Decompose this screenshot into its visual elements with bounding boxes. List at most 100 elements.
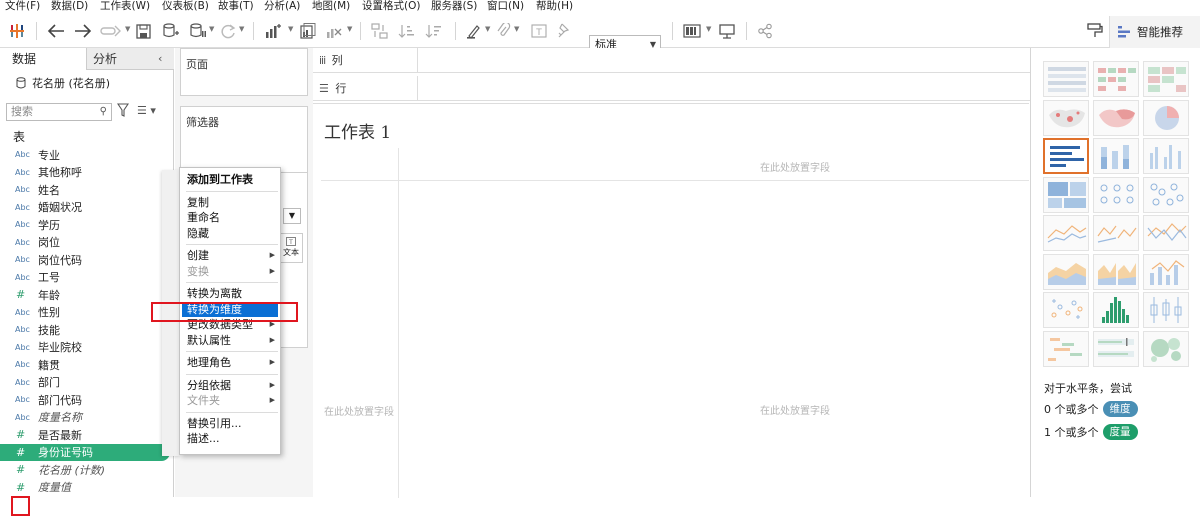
- menu-item[interactable]: 服务器(S): [431, 0, 477, 13]
- chart-type-heat-map[interactable]: [1093, 61, 1139, 97]
- tableau-logo-icon[interactable]: [9, 20, 25, 42]
- redo-icon[interactable]: [100, 20, 122, 42]
- pages-shelf[interactable]: 页面: [180, 48, 308, 96]
- context-menu-item[interactable]: 文件夹 ▶: [187, 393, 279, 408]
- chart-type-highlight-table[interactable]: [1143, 61, 1189, 97]
- menu-item[interactable]: 设置格式(O): [362, 0, 420, 13]
- chart-type-text-table[interactable]: [1043, 61, 1089, 97]
- field-item[interactable]: Abc 专业: [0, 146, 174, 164]
- field-item[interactable]: Abc 部门代码: [0, 391, 174, 409]
- chart-type-filled-map[interactable]: [1093, 99, 1139, 136]
- context-menu-item[interactable]: 隐藏: [187, 226, 279, 241]
- menu-item[interactable]: 帮助(H): [536, 0, 573, 13]
- chart-type-side-by-side-bars[interactable]: [1143, 138, 1189, 174]
- field-item[interactable]: Abc 技能: [0, 321, 174, 339]
- context-menu-item[interactable]: 默认属性 ▶: [187, 333, 279, 348]
- chart-type-histogram[interactable]: [1093, 292, 1139, 328]
- chart-type-treemap[interactable]: [1043, 176, 1089, 213]
- menu-item[interactable]: 窗口(N): [487, 0, 524, 13]
- field-item[interactable]: # 度量值: [0, 479, 174, 497]
- collapse-pane-icon[interactable]: ‹: [158, 52, 162, 65]
- menu-item[interactable]: 工作表(W): [100, 0, 150, 13]
- new-worksheet-icon[interactable]: [264, 20, 282, 42]
- field-item[interactable]: Abc 部门: [0, 374, 174, 392]
- context-menu-item[interactable]: 描述...: [187, 431, 279, 446]
- chart-type-lines-discrete[interactable]: [1093, 215, 1139, 251]
- mark-type-dropdown[interactable]: ▼: [283, 208, 301, 224]
- refresh-icon[interactable]: [220, 20, 236, 42]
- field-item[interactable]: # 年龄: [0, 286, 174, 304]
- duplicate-sheet-icon[interactable]: [300, 20, 317, 42]
- field-item[interactable]: Abc 学历: [0, 216, 174, 234]
- field-item[interactable]: # 是否最新: [0, 426, 174, 444]
- field-item[interactable]: Abc 毕业院校: [0, 339, 174, 357]
- field-search-input[interactable]: 搜索 ⚲: [6, 103, 112, 121]
- chart-type-symbol-map[interactable]: [1043, 99, 1089, 136]
- chart-type-area-discrete[interactable]: [1093, 253, 1139, 290]
- field-item[interactable]: Abc 岗位代码: [0, 251, 174, 269]
- context-menu-item[interactable]: 变换 ▶: [187, 264, 279, 279]
- chart-type-stacked-bars[interactable]: [1093, 138, 1139, 174]
- context-menu-item[interactable]: 替换引用...: [187, 416, 279, 431]
- swap-icon[interactable]: [371, 20, 388, 42]
- menu-item[interactable]: 仪表板(B): [162, 0, 209, 13]
- share-icon[interactable]: [757, 20, 773, 42]
- field-item[interactable]: Abc 工号: [0, 269, 174, 287]
- presentation-mode-icon[interactable]: [718, 20, 736, 42]
- menu-item[interactable]: 文件(F): [5, 0, 40, 13]
- chart-type-side-by-side-circles[interactable]: [1143, 176, 1189, 213]
- chart-type-area-continuous[interactable]: [1043, 253, 1089, 290]
- field-item[interactable]: Abc 籍贯: [0, 356, 174, 374]
- menu-item[interactable]: 故事(T): [218, 0, 254, 13]
- show-me-button[interactable]: 智能推荐: [1109, 16, 1200, 48]
- field-item[interactable]: # 花名册 (计数): [0, 461, 174, 479]
- sort-ascending-icon[interactable]: [398, 20, 415, 42]
- pause-update-icon[interactable]: [189, 20, 207, 42]
- chart-type-dual-combination[interactable]: [1143, 253, 1189, 290]
- chart-type-scatter-plot[interactable]: [1043, 292, 1089, 328]
- chart-type-pie-chart[interactable]: [1143, 99, 1189, 136]
- menu-item[interactable]: 地图(M): [312, 0, 350, 13]
- field-item[interactable]: Abc 婚姻状况: [0, 199, 174, 217]
- menu-item[interactable]: 数据(D): [51, 0, 88, 13]
- menu-item[interactable]: 分析(A): [264, 0, 300, 13]
- tab-data[interactable]: 数据: [0, 48, 86, 70]
- chart-type-dual-lines[interactable]: [1143, 215, 1189, 251]
- worksheet-title[interactable]: 工作表 1: [324, 118, 391, 143]
- field-item[interactable]: Abc 度量名称: [0, 409, 174, 427]
- filter-icon[interactable]: [117, 103, 129, 117]
- pin-icon[interactable]: [557, 20, 571, 42]
- sort-descending-icon[interactable]: [425, 20, 442, 42]
- worksheet-view[interactable]: 工作表 1 在此处放置字段 在此处放置字段 在此处放置字段: [313, 103, 1029, 498]
- new-datasource-icon[interactable]: [162, 20, 180, 42]
- paint-roller-icon[interactable]: [1087, 20, 1103, 42]
- view-options-icon[interactable]: ☰ ▾: [137, 104, 156, 117]
- chart-type-box-and-whisker[interactable]: [1143, 292, 1189, 328]
- context-menu-item[interactable]: 分组依据 ▶: [187, 378, 279, 393]
- forward-icon[interactable]: [74, 20, 92, 42]
- save-icon[interactable]: [136, 20, 151, 42]
- field-item[interactable]: Abc 姓名: [0, 181, 174, 199]
- field-item[interactable]: Abc 岗位: [0, 234, 174, 252]
- context-menu-item[interactable]: 转换为离散: [187, 286, 279, 301]
- chart-type-circle-views[interactable]: [1093, 176, 1139, 213]
- field-item[interactable]: Abc 性别: [0, 304, 174, 322]
- chart-type-packed-bubbles[interactable]: [1143, 330, 1189, 367]
- chart-type-gantt-chart[interactable]: [1043, 330, 1089, 367]
- datasource-item[interactable]: 花名册 (花名册): [16, 75, 110, 91]
- context-menu-item[interactable]: 地理角色 ▶: [187, 355, 279, 370]
- chart-type-bullet-graph[interactable]: [1093, 330, 1139, 367]
- back-icon[interactable]: [47, 20, 65, 42]
- context-menu-item[interactable]: 重命名: [187, 210, 279, 225]
- field-item[interactable]: Abc 其他称呼: [0, 164, 174, 182]
- context-menu-item[interactable]: 创建 ▶: [187, 248, 279, 263]
- show-cards-icon[interactable]: [683, 20, 701, 42]
- highlight-icon[interactable]: [466, 20, 482, 42]
- show-labels-icon[interactable]: T: [531, 20, 547, 42]
- chart-type-horizontal-bars[interactable]: [1043, 138, 1089, 174]
- clear-sheet-icon[interactable]: [325, 20, 342, 42]
- field-item[interactable]: # 身份证号码: [0, 443, 170, 461]
- context-menu-item[interactable]: 添加到工作表: [187, 172, 279, 187]
- context-menu-item[interactable]: 复制: [187, 195, 279, 210]
- group-paperclip-icon[interactable]: [497, 20, 511, 42]
